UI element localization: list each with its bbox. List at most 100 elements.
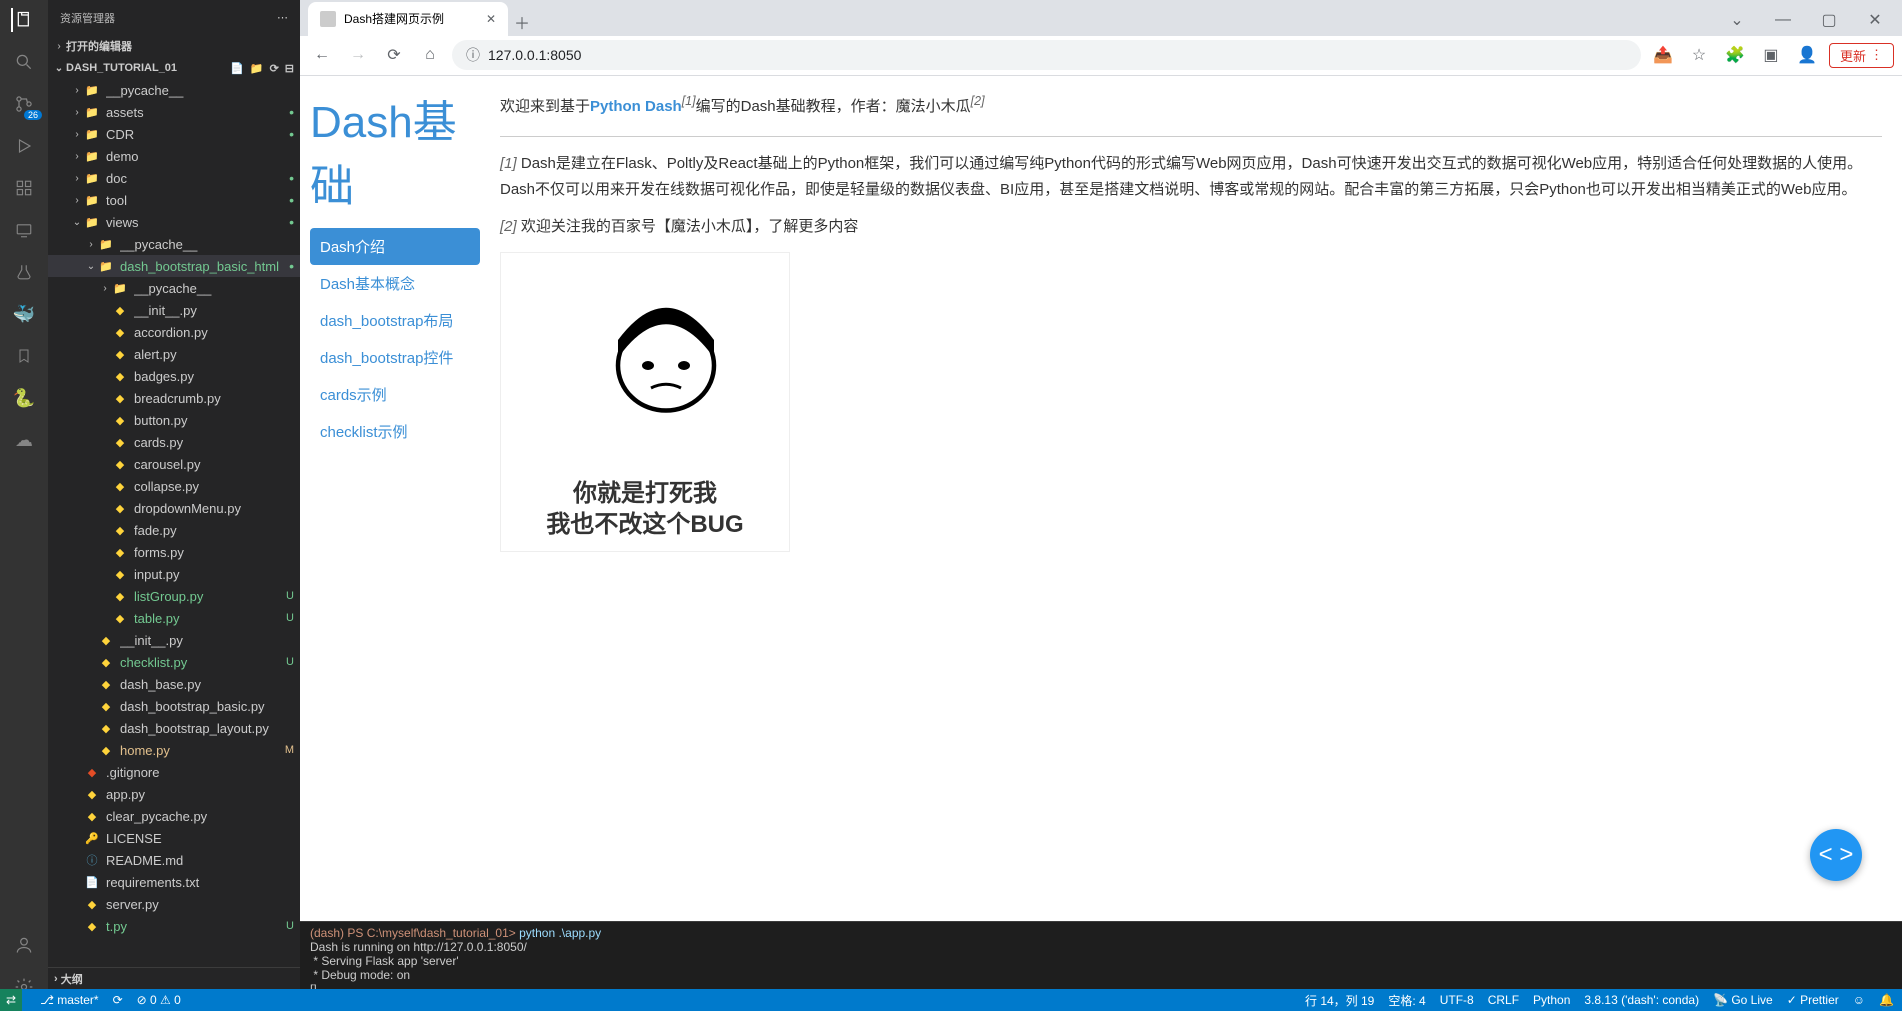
feedback-icon[interactable]: ☺ [1853, 993, 1865, 1007]
file-item[interactable]: 🔑LICENSE [48, 827, 300, 849]
file-item[interactable]: ◆collapse.py [48, 475, 300, 497]
site-info-icon[interactable]: ⓘ [466, 45, 480, 65]
folder-item[interactable]: ⌄📁dash_bootstrap_basic_html• [48, 255, 300, 277]
dash-nav-item[interactable]: dash_bootstrap布局 [310, 302, 480, 339]
file-item[interactable]: ◆breadcrumb.py [48, 387, 300, 409]
file-item[interactable]: ◆fade.py [48, 519, 300, 541]
file-item[interactable]: ◆__init__.py [48, 299, 300, 321]
extensions-icon[interactable] [12, 176, 36, 200]
extensions-puzzle-icon[interactable]: 🧩 [1721, 41, 1749, 69]
docker-icon[interactable]: 🐳 [12, 302, 36, 326]
file-label: __pycache__ [106, 83, 294, 98]
account-icon[interactable] [12, 933, 36, 957]
go-live[interactable]: 📡 Go Live [1713, 993, 1773, 1007]
collapse-icon[interactable]: ⊟ [285, 62, 294, 75]
file-item[interactable]: ◆alert.py [48, 343, 300, 365]
file-item[interactable]: ◆.gitignore [48, 761, 300, 783]
folder-item[interactable]: ›📁assets• [48, 101, 300, 123]
file-item[interactable]: ◆dash_bootstrap_basic.py [48, 695, 300, 717]
remote-indicator[interactable]: ⇄ [0, 989, 22, 1011]
file-item[interactable]: ◆table.pyU [48, 607, 300, 629]
new-file-icon[interactable]: 📄 [230, 62, 244, 75]
dash-nav-item[interactable]: checklist示例 [310, 413, 480, 450]
file-item[interactable]: ◆accordion.py [48, 321, 300, 343]
side-panel-icon[interactable]: ▣ [1757, 41, 1785, 69]
new-tab-button[interactable]: ＋ [508, 8, 536, 36]
folder-item[interactable]: ›📁demo [48, 145, 300, 167]
problems[interactable]: ⊘ 0 ⚠ 0 [137, 993, 181, 1007]
cloud-icon[interactable]: ☁ [12, 428, 36, 452]
source-control-icon[interactable]: 26 [12, 92, 36, 116]
folder-item[interactable]: ›📁__pycache__ [48, 277, 300, 299]
file-item[interactable]: ◆dropdownMenu.py [48, 497, 300, 519]
eol[interactable]: CRLF [1488, 993, 1519, 1007]
dash-nav-item[interactable]: Dash基本概念 [310, 265, 480, 302]
more-icon[interactable]: ⋯ [277, 11, 288, 24]
folder-item[interactable]: ›📁__pycache__ [48, 233, 300, 255]
python-icon[interactable]: 🐍 [12, 386, 36, 410]
browser-tab[interactable]: Dash搭建网页示例 ✕ [308, 2, 508, 36]
dev-tools-fab[interactable]: < > [1810, 829, 1862, 881]
close-tab-icon[interactable]: ✕ [486, 12, 496, 26]
file-item[interactable]: ◆forms.py [48, 541, 300, 563]
folder-item[interactable]: ›📁CDR• [48, 123, 300, 145]
explorer-icon[interactable] [11, 8, 35, 32]
refresh-icon[interactable]: ⟳ [270, 62, 279, 75]
file-item[interactable]: 📄requirements.txt [48, 871, 300, 893]
file-item[interactable]: ◆dash_base.py [48, 673, 300, 695]
prettier-status[interactable]: ✓ Prettier [1787, 993, 1839, 1007]
dash-nav-item[interactable]: dash_bootstrap控件 [310, 339, 480, 376]
outline-section[interactable]: › 大纲 [48, 967, 300, 989]
indent-info[interactable]: 空格: 4 [1388, 992, 1425, 1009]
file-item[interactable]: ◆badges.py [48, 365, 300, 387]
back-button[interactable]: ← [308, 41, 336, 69]
new-folder-icon[interactable]: 📁 [250, 62, 264, 75]
bookmark-icon[interactable] [12, 344, 36, 368]
maximize-icon[interactable]: ▢ [1806, 6, 1852, 34]
file-item[interactable]: ◆button.py [48, 409, 300, 431]
file-item[interactable]: ◆home.pyM [48, 739, 300, 761]
file-item[interactable]: ◆clear_pycache.py [48, 805, 300, 827]
file-item[interactable]: ◆input.py [48, 563, 300, 585]
address-bar[interactable]: ⓘ 127.0.0.1:8050 [452, 40, 1641, 70]
folder-item[interactable]: ⌄📁views• [48, 211, 300, 233]
minimize-icon[interactable]: — [1760, 6, 1806, 34]
dash-nav-item[interactable]: Dash介绍 [310, 228, 480, 265]
folder-item[interactable]: ›📁__pycache__ [48, 79, 300, 101]
close-window-icon[interactable]: ✕ [1852, 6, 1898, 34]
home-button[interactable]: ⌂ [416, 41, 444, 69]
bookmark-star-icon[interactable]: ☆ [1685, 41, 1713, 69]
cursor-position[interactable]: 行 14，列 19 [1305, 992, 1374, 1009]
file-item[interactable]: ⓘREADME.md [48, 849, 300, 871]
share-icon[interactable]: 📤 [1649, 41, 1677, 69]
testing-icon[interactable] [12, 260, 36, 284]
notifications-icon[interactable]: 🔔 [1879, 993, 1894, 1007]
window-dropdown-icon[interactable]: ⌄ [1714, 6, 1760, 34]
file-item[interactable]: ◆listGroup.pyU [48, 585, 300, 607]
encoding[interactable]: UTF-8 [1440, 993, 1474, 1007]
language-mode[interactable]: Python [1533, 993, 1570, 1007]
reload-button[interactable]: ⟳ [380, 41, 408, 69]
search-icon[interactable] [12, 50, 36, 74]
git-sync[interactable]: ⟳ [113, 993, 123, 1007]
file-item[interactable]: ◆t.pyU [48, 915, 300, 937]
dash-nav-item[interactable]: cards示例 [310, 376, 480, 413]
file-item[interactable]: ◆carousel.py [48, 453, 300, 475]
forward-button[interactable]: → [344, 41, 372, 69]
file-item[interactable]: ◆dash_bootstrap_layout.py [48, 717, 300, 739]
file-item[interactable]: ◆server.py [48, 893, 300, 915]
run-debug-icon[interactable] [12, 134, 36, 158]
file-item[interactable]: ◆__init__.py [48, 629, 300, 651]
python-interpreter[interactable]: 3.8.13 ('dash': conda) [1584, 993, 1699, 1007]
git-branch[interactable]: ⎇ master* [40, 993, 99, 1007]
folder-item[interactable]: ›📁tool• [48, 189, 300, 211]
open-editors-section[interactable]: › 打开的编辑器 [48, 35, 300, 57]
update-button[interactable]: 更新 ⋮ [1829, 43, 1894, 68]
file-item[interactable]: ◆app.py [48, 783, 300, 805]
file-item[interactable]: ◆checklist.pyU [48, 651, 300, 673]
profile-icon[interactable]: 👤 [1793, 41, 1821, 69]
remote-icon[interactable] [12, 218, 36, 242]
file-item[interactable]: ◆cards.py [48, 431, 300, 453]
project-header[interactable]: ⌄ DASH_TUTORIAL_01 📄 📁 ⟳ ⊟ [48, 57, 300, 79]
folder-item[interactable]: ›📁doc• [48, 167, 300, 189]
